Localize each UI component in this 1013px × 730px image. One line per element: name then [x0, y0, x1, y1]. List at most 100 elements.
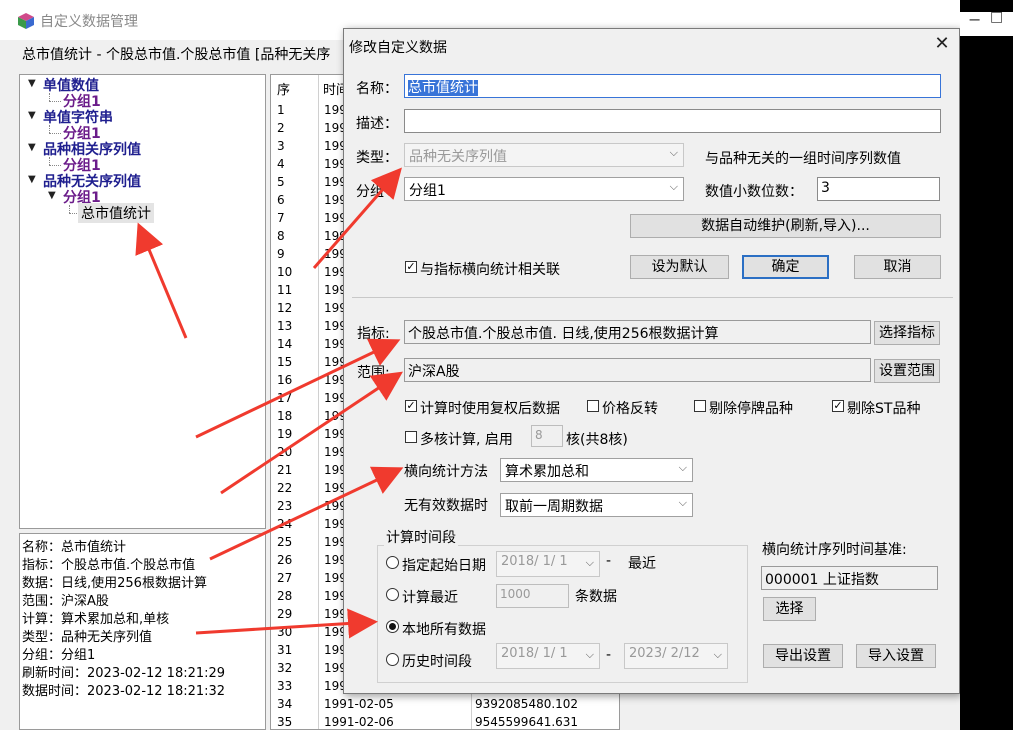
exclude-suspended-checkbox[interactable]	[694, 400, 706, 412]
table-cell-seq: 22	[277, 481, 293, 495]
table-cell-seq: 3	[277, 139, 285, 153]
select-indicator-button[interactable]: 选择指标	[874, 321, 940, 345]
maximize-icon[interactable]: □	[990, 9, 1003, 25]
table-cell-seq: 27	[277, 571, 293, 585]
baseline-label: 横向统计序列时间基准:	[762, 542, 907, 558]
start-date-picker: 2018/ 1/ 1 ⌵	[496, 551, 600, 577]
multicore-label: 多核计算, 启用	[420, 432, 513, 448]
collapse-icon[interactable]: ▼	[28, 174, 36, 185]
table-cell-seq: 18	[277, 409, 293, 423]
name-label: 名称：	[356, 81, 398, 97]
table-cell-seq: 28	[277, 589, 293, 603]
collapse-icon[interactable]: ▼	[28, 110, 36, 121]
history-to-picker: 2023/ 2/12 ⌵	[624, 643, 728, 669]
range-label: 范围:	[357, 365, 390, 381]
history-range-label: 历史时间段	[402, 654, 472, 670]
history-to-value: 2023/ 2/12	[629, 646, 700, 661]
tree-connector	[69, 205, 70, 213]
exclude-st-checkbox[interactable]: ✓	[832, 400, 844, 412]
type-description: 与品种无关的一组时间序列数值	[705, 151, 901, 167]
tree-connector	[49, 157, 50, 165]
link-stat-label: 与指标横向统计相关联	[420, 262, 560, 278]
table-cell-seq: 10	[277, 265, 293, 279]
table-cell-seq: 12	[277, 301, 293, 315]
type-select-value: 品种无关序列值	[409, 149, 507, 165]
background-strip	[960, 0, 1013, 730]
start-date-value: 2018/ 1/ 1	[501, 554, 568, 569]
tree-connector	[49, 93, 50, 101]
radio-start-date[interactable]	[386, 556, 399, 569]
tree-connector	[49, 165, 61, 166]
table-cell-seq: 17	[277, 391, 293, 405]
table-cell-seq: 5	[277, 175, 285, 189]
price-reverse-checkbox[interactable]	[587, 400, 599, 412]
dialog-title: 修改自定义数据	[349, 40, 447, 56]
link-stat-checkbox[interactable]: ✓	[405, 261, 417, 273]
tree-leaf-market-cap-stat[interactable]: 总市值统计	[78, 203, 154, 223]
price-reverse-label: 价格反转	[602, 401, 658, 417]
window-title: 自定义数据管理	[40, 14, 138, 30]
table-cell-seq: 14	[277, 337, 293, 351]
export-settings-button[interactable]: 导出设置	[763, 644, 843, 668]
chevron-down-icon: ⌵	[669, 146, 678, 159]
collapse-icon[interactable]: ▼	[28, 78, 36, 89]
chevron-down-icon: ⌵	[669, 180, 678, 193]
method-label: 横向统计方法	[404, 464, 488, 480]
table-cell-value: 9392085480.102	[475, 697, 579, 711]
radio-recent-count[interactable]	[386, 588, 399, 601]
set-range-button[interactable]: 设置范围	[874, 359, 940, 383]
section-divider	[352, 297, 953, 298]
tree-connector	[49, 101, 61, 102]
chevron-down-icon: ⌵	[678, 496, 687, 509]
ok-button[interactable]: 确定	[742, 255, 829, 279]
close-icon[interactable]: ✕	[931, 33, 953, 55]
adjusted-data-checkbox[interactable]: ✓	[405, 400, 417, 412]
minimize-icon[interactable]: −	[968, 10, 981, 29]
period-group-label: 计算时间段	[384, 527, 458, 547]
method-select[interactable]: 算术累加总和 ⌵	[500, 458, 693, 482]
table-cell-seq: 9	[277, 247, 285, 261]
column-header-seq[interactable]: 序	[277, 79, 290, 98]
records-suffix: 条数据	[575, 589, 617, 605]
table-cell-seq: 6	[277, 193, 285, 207]
cores-field: 8	[531, 425, 563, 447]
indicator-label: 指标:	[357, 326, 390, 342]
recent-label: 最近	[628, 556, 656, 572]
table-cell-seq: 34	[277, 697, 293, 711]
table-cell-seq: 23	[277, 499, 293, 513]
description-field[interactable]	[404, 109, 941, 133]
table-cell-seq: 15	[277, 355, 293, 369]
name-field[interactable]: 总市值统计	[404, 74, 941, 98]
info-name: 名称：总市值统计	[22, 540, 127, 555]
import-settings-button[interactable]: 导入设置	[856, 644, 936, 668]
multicore-checkbox[interactable]	[405, 431, 417, 443]
range-field: 沪深A股	[404, 358, 871, 382]
table-cell-seq: 16	[277, 373, 293, 387]
range-dash: -	[606, 647, 612, 663]
set-default-button[interactable]: 设为默认	[630, 255, 729, 279]
auto-maintenance-button[interactable]: 数据自动维护(刷新,导入)...	[630, 214, 941, 238]
category-tree[interactable]: ▼ 单值数值 分组1 ▼ 单值字符串 分组1 ▼ 品种相关序列值 分组1 ▼ 品…	[19, 74, 266, 529]
history-from-value: 2018/ 1/ 1	[501, 646, 568, 661]
decimals-field[interactable]: 3	[817, 177, 940, 201]
decimals-label: 数值小数位数：	[705, 184, 803, 200]
radio-all-local-data[interactable]	[386, 620, 399, 633]
group-select-value: 分组1	[409, 183, 446, 199]
radio-history-range[interactable]	[386, 653, 399, 666]
select-baseline-button[interactable]: 选择	[763, 597, 816, 621]
group-select[interactable]: 分组1 ⌵	[404, 177, 684, 201]
collapse-icon[interactable]: ▼	[28, 142, 36, 153]
table-cell-seq: 30	[277, 625, 293, 639]
table-cell-seq: 33	[277, 679, 293, 693]
info-type: 类型：品种无关序列值	[22, 630, 153, 645]
left-edge	[0, 40, 17, 730]
cancel-button[interactable]: 取消	[854, 255, 941, 279]
group-label: 分组	[356, 184, 384, 200]
exclude-st-label: 剔除ST品种	[847, 401, 921, 417]
info-panel: 名称：总市值统计 指标：个股总市值.个股总市值 数据：日线,使用256根数据计算…	[19, 533, 266, 730]
app-cube-icon	[18, 13, 34, 29]
recent-count-field: 1000	[496, 584, 569, 608]
invalid-data-select[interactable]: 取前一周期数据 ⌵	[500, 493, 693, 517]
baseline-field: 000001 上证指数	[761, 566, 938, 590]
collapse-icon[interactable]: ▼	[48, 190, 56, 201]
